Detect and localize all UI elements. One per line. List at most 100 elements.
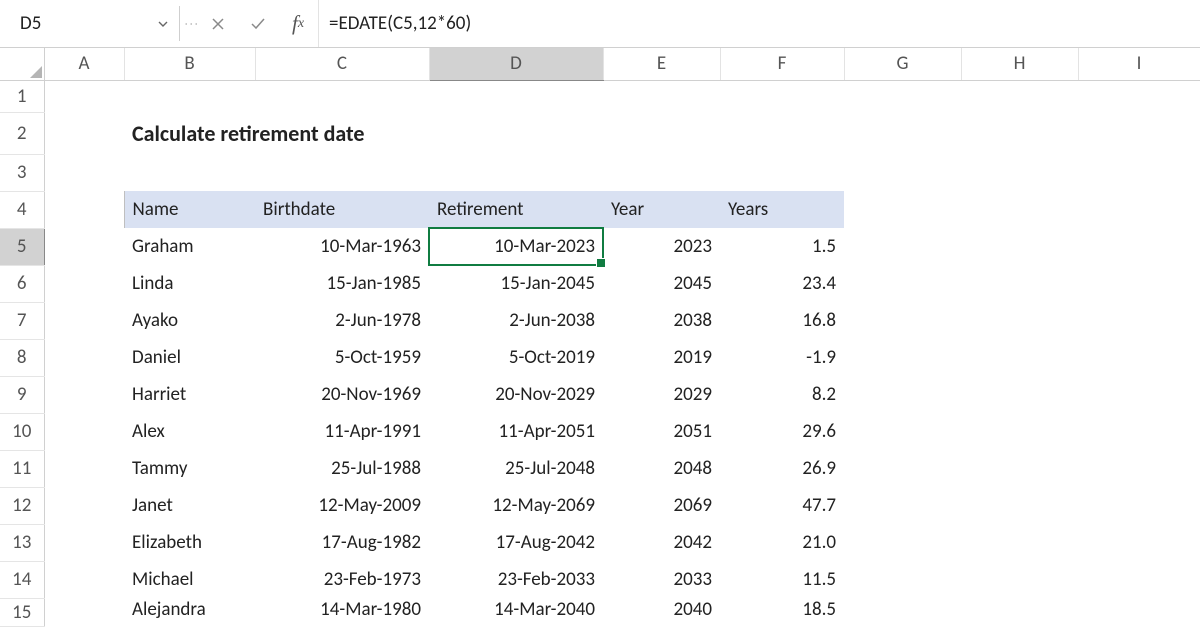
cell-name[interactable]: Alex xyxy=(124,413,255,450)
cell-birthdate[interactable]: 23-Feb-1973 xyxy=(255,561,429,598)
cell-H1[interactable] xyxy=(961,80,1078,112)
cell-H3[interactable] xyxy=(961,154,1078,191)
row-header-1[interactable]: 1 xyxy=(0,80,44,112)
row-header-8[interactable]: 8 xyxy=(0,339,44,376)
cell-retirement[interactable]: 20-Nov-2029 xyxy=(429,376,603,413)
cell-years[interactable]: 16.8 xyxy=(720,302,844,339)
cell-birthdate[interactable]: 11-Apr-1991 xyxy=(255,413,429,450)
row-header-4[interactable]: 4 xyxy=(0,191,44,228)
cell-A2[interactable] xyxy=(44,112,124,154)
col-header-C[interactable]: C xyxy=(255,48,429,80)
cell-year[interactable]: 2040 xyxy=(603,598,720,626)
col-header-B[interactable]: B xyxy=(124,48,255,80)
table-header-birthdate[interactable]: Birthdate xyxy=(255,191,429,228)
cell-year[interactable]: 2051 xyxy=(603,413,720,450)
worksheet[interactable]: A B C D E F G H I 1 2 Calculate retireme… xyxy=(0,48,1200,627)
cell-name[interactable]: Janet xyxy=(124,487,255,524)
table-header-name[interactable]: Name xyxy=(124,191,255,228)
cell-C3[interactable] xyxy=(255,154,429,191)
cell-year[interactable]: 2042 xyxy=(603,524,720,561)
cell-H2[interactable] xyxy=(961,112,1078,154)
cell-birthdate[interactable]: 10-Mar-1963 xyxy=(255,228,429,265)
cell-A5[interactable] xyxy=(44,228,124,265)
cell-year[interactable]: 2045 xyxy=(603,265,720,302)
cell-name[interactable]: Tammy xyxy=(124,450,255,487)
row-header-5[interactable]: 5 xyxy=(0,228,44,265)
cell-I2[interactable] xyxy=(1078,112,1200,154)
cell-I1[interactable] xyxy=(1078,80,1200,112)
col-header-A[interactable]: A xyxy=(44,48,124,80)
cell-name[interactable]: Daniel xyxy=(124,339,255,376)
col-header-D[interactable]: D xyxy=(429,48,603,80)
cell-birthdate[interactable]: 17-Aug-1982 xyxy=(255,524,429,561)
cell-I3[interactable] xyxy=(1078,154,1200,191)
row-header-3[interactable]: 3 xyxy=(0,154,44,191)
cell-years[interactable]: 1.5 xyxy=(720,228,844,265)
cell-G3[interactable] xyxy=(844,154,961,191)
row-header-6[interactable]: 6 xyxy=(0,265,44,302)
cell-year[interactable]: 2048 xyxy=(603,450,720,487)
cell-name[interactable]: Graham xyxy=(124,228,255,265)
col-header-F[interactable]: F xyxy=(720,48,844,80)
cell-I4[interactable] xyxy=(1078,191,1200,228)
cell-year[interactable]: 2069 xyxy=(603,487,720,524)
cell-retirement[interactable]: 10-Mar-2023 xyxy=(429,228,603,265)
cell-A1[interactable] xyxy=(44,80,124,112)
cell-years[interactable]: 23.4 xyxy=(720,265,844,302)
row-header-2[interactable]: 2 xyxy=(0,112,44,154)
cell-retirement[interactable]: 12-May-2069 xyxy=(429,487,603,524)
cell-retirement[interactable]: 15-Jan-2045 xyxy=(429,265,603,302)
cell-G4[interactable] xyxy=(844,191,961,228)
page-title[interactable]: Calculate retirement date xyxy=(124,112,720,154)
cell-G2[interactable] xyxy=(844,112,961,154)
formula-input[interactable]: =EDATE(C5,12*60) xyxy=(318,0,1200,47)
cell-A4[interactable] xyxy=(44,191,124,228)
cell-retirement[interactable]: 2-Jun-2038 xyxy=(429,302,603,339)
cell-birthdate[interactable]: 12-May-2009 xyxy=(255,487,429,524)
cell-years[interactable]: 29.6 xyxy=(720,413,844,450)
cell-B1[interactable] xyxy=(124,80,255,112)
cell-E1[interactable] xyxy=(603,80,720,112)
cell-year[interactable]: 2029 xyxy=(603,376,720,413)
cell-birthdate[interactable]: 5-Oct-1959 xyxy=(255,339,429,376)
row-header-12[interactable]: 12 xyxy=(0,487,44,524)
cell-retirement[interactable]: 5-Oct-2019 xyxy=(429,339,603,376)
select-all-corner[interactable] xyxy=(0,48,44,80)
table-header-retirement[interactable]: Retirement xyxy=(429,191,603,228)
table-header-year[interactable]: Year xyxy=(603,191,720,228)
cell-retirement[interactable]: 11-Apr-2051 xyxy=(429,413,603,450)
cell-retirement[interactable]: 14-Mar-2040 xyxy=(429,598,603,626)
cell-years[interactable]: 18.5 xyxy=(720,598,844,626)
cell-name[interactable]: Michael xyxy=(124,561,255,598)
cell-D1[interactable] xyxy=(429,80,603,112)
cell-name[interactable]: Elizabeth xyxy=(124,524,255,561)
cell-name[interactable]: Ayako xyxy=(124,302,255,339)
row-header-11[interactable]: 11 xyxy=(0,450,44,487)
cell-birthdate[interactable]: 2-Jun-1978 xyxy=(255,302,429,339)
cell-birthdate[interactable]: 25-Jul-1988 xyxy=(255,450,429,487)
col-header-I[interactable]: I xyxy=(1078,48,1200,80)
cell-name[interactable]: Harriet xyxy=(124,376,255,413)
cell-H4[interactable] xyxy=(961,191,1078,228)
row-header-9[interactable]: 9 xyxy=(0,376,44,413)
row-header-13[interactable]: 13 xyxy=(0,524,44,561)
cell-years[interactable]: 47.7 xyxy=(720,487,844,524)
col-header-E[interactable]: E xyxy=(603,48,720,80)
cell-F3[interactable] xyxy=(720,154,844,191)
cell-year[interactable]: 2038 xyxy=(603,302,720,339)
row-header-10[interactable]: 10 xyxy=(0,413,44,450)
cell-years[interactable]: 11.5 xyxy=(720,561,844,598)
cell-birthdate[interactable]: 14-Mar-1980 xyxy=(255,598,429,626)
fx-icon[interactable]: fx xyxy=(278,0,318,47)
cell-retirement[interactable]: 25-Jul-2048 xyxy=(429,450,603,487)
row-header-15[interactable]: 15 xyxy=(0,598,44,626)
cell-name[interactable]: Linda xyxy=(124,265,255,302)
col-header-G[interactable]: G xyxy=(844,48,961,80)
cell-retirement[interactable]: 23-Feb-2033 xyxy=(429,561,603,598)
cancel-icon[interactable] xyxy=(198,0,238,47)
cell-A3[interactable] xyxy=(44,154,124,191)
cell-years[interactable]: 21.0 xyxy=(720,524,844,561)
cell-year[interactable]: 2023 xyxy=(603,228,720,265)
row-header-7[interactable]: 7 xyxy=(0,302,44,339)
table-header-years[interactable]: Years xyxy=(720,191,844,228)
